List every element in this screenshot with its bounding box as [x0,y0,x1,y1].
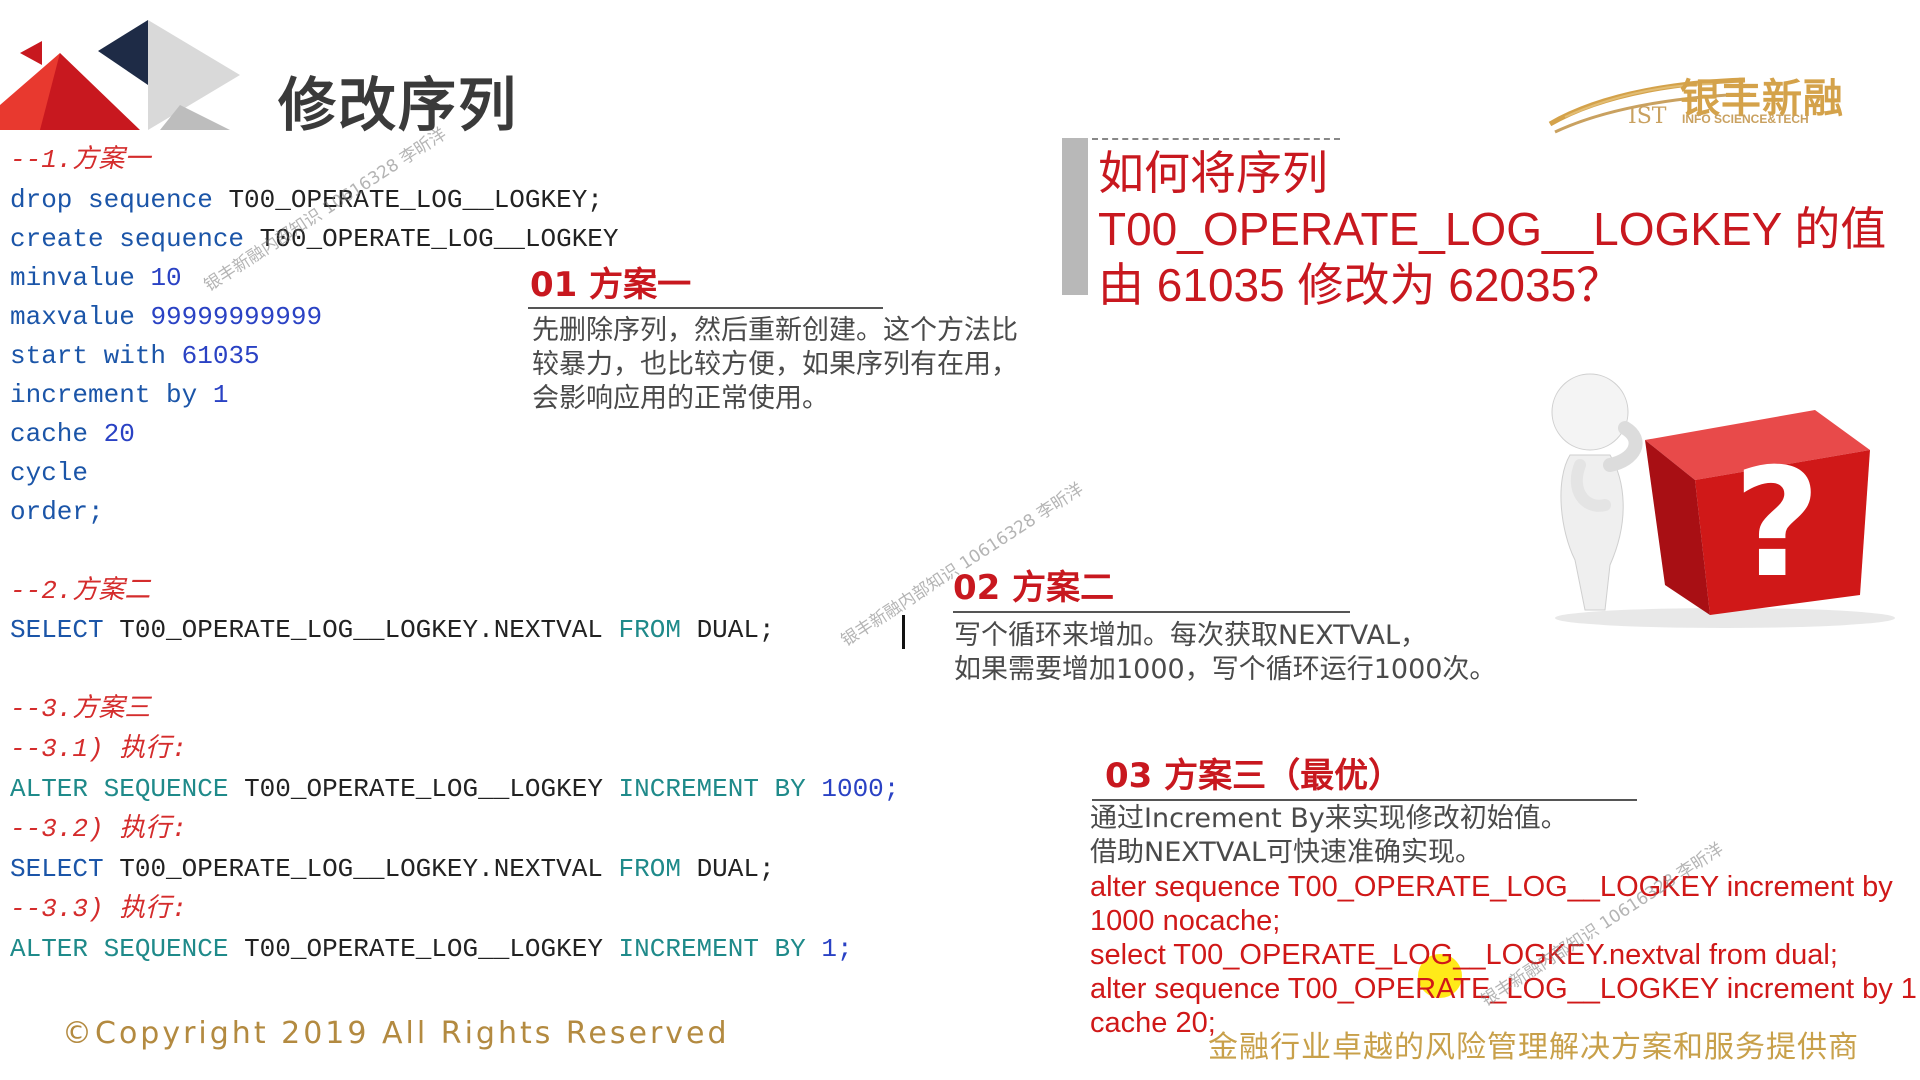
code-number: 20 [103,419,135,449]
code-identifier: T00_OPERATE_LOG__LOGKEY; [228,185,603,215]
code-line-increment: increment by 1 [10,382,228,408]
code-identifier: T00_OPERATE_LOG__LOGKEY [244,774,603,804]
svg-text:?: ? [1733,437,1820,611]
code-comment-step3: --3.3) 执行: [10,894,187,924]
desc-line: 先删除序列，然后重新创建。这个方法比 [532,315,1018,346]
desc-line: 通过Increment By来实现修改初始值。 [1090,803,1568,834]
code-keyword: SEQUENCE [103,774,229,804]
plan1-title: 01 方案一 [530,265,692,305]
code-comment-plan3: --3.方案三 [10,694,151,724]
plan3-divider [1092,799,1637,801]
code-line-maxvalue: maxvalue 99999999999 [10,304,322,330]
sql-line: alter sequence T00_OPERATE_LOG__LOGKEY i… [1090,871,1893,903]
code-number: 1000; [821,774,900,804]
code-keyword: cache [10,419,89,449]
code-keyword: minvalue [10,263,135,293]
code-identifier: DUAL; [696,854,775,884]
text-cursor [902,615,905,649]
desc-line: 较暴力，也比较方便，如果序列有在用， [532,349,1018,380]
brand-ist: IST [1628,104,1667,129]
code-keyword: create sequence [10,224,245,254]
question-line: 如何将序列 [1098,147,1328,199]
code-line-select-2: SELECT T00_OPERATE_LOG__LOGKEY.NEXTVAL F… [10,856,775,882]
code-number: 1 [212,380,229,410]
slogan: 金融行业卓越的风险管理解决方案和服务提供商 [1208,1030,1859,1065]
sql-line: 1000 nocache; [1090,905,1281,937]
code-number: 10 [150,263,182,293]
code-line-cache: cache 20 [10,421,135,447]
thinking-figure-question-cube-icon: ? [1551,373,1895,628]
code-keyword: SEQUENCE [103,934,229,964]
desc-line: 写个循环来增加。每次获取NEXTVAL， [954,620,1428,651]
code-identifier: T00_OPERATE_LOG__LOGKEY.NEXTVAL [119,615,603,645]
code-line-cycle: cycle [10,458,89,488]
code-keyword: INCREMENT BY [618,774,806,804]
plan2-divider [953,611,1350,613]
desc-line: 借助NEXTVAL可快速准确实现。 [1090,837,1483,868]
question-text: 如何将序列 T00_OPERATE_LOG__LOGKEY 的值 由 61035… [1098,145,1886,313]
code-line-order: order; [10,497,104,527]
brand-subtitle: INFO SCIENCE&TECH [1682,112,1809,126]
code-keyword: SELECT [10,615,104,645]
code-keyword: INCREMENT BY [618,934,806,964]
plan3-body: 通过Increment By来实现修改初始值。 借助NEXTVAL可快速准确实现… [1090,802,1917,1040]
plan2-description: 写个循环来增加。每次获取NEXTVAL， 如果需要增加1000，写个循环运行10… [954,619,1496,687]
code-keyword: ALTER [10,934,89,964]
question-dashed-line [1092,138,1340,140]
code-comment-step1: --3.1) 执行: [10,734,187,764]
plan3-title: 03 方案三（最优） [1105,756,1403,796]
code-identifier: T00_OPERATE_LOG__LOGKEY [244,934,603,964]
code-line-start: start with 61035 [10,343,260,369]
code-keyword: start with [10,341,167,371]
code-keyword: FROM [618,854,681,884]
code-keyword: ALTER [10,774,89,804]
desc-line: 如果需要增加1000，写个循环运行1000次。 [954,654,1497,685]
code-line-minvalue: minvalue 10 [10,265,182,291]
question-line: T00_OPERATE_LOG__LOGKEY 的值 [1098,203,1887,255]
code-keyword: increment by [10,380,198,410]
code-number: 99999999999 [150,302,323,332]
question-line: 由 61035 修改为 62035？ [1098,259,1623,311]
code-line-create: create sequence T00_OPERATE_LOG__LOGKEY [10,226,619,252]
sql-line: select T00_OPERATE_LOG__LOGKEY.nextval f… [1090,939,1838,971]
code-keyword: FROM [618,615,681,645]
header-logo-shapes [0,20,240,130]
code-comment-step2: --3.2) 执行: [10,814,187,844]
code-keyword: maxvalue [10,302,135,332]
code-line-alter-1: ALTER SEQUENCE T00_OPERATE_LOG__LOGKEY I… [10,936,853,962]
copyright: ©Copyright 2019 All Rights Reserved [62,1016,730,1051]
code-comment-plan1: --1.方案一 [10,145,151,175]
question-accent-bar [1062,138,1088,295]
code-line-alter-1000: ALTER SEQUENCE T00_OPERATE_LOG__LOGKEY I… [10,776,899,802]
code-keyword: SELECT [10,854,104,884]
code-keyword: drop sequence [10,185,213,215]
plan1-divider [528,307,883,309]
desc-line: 会影响应用的正常使用。 [532,383,829,414]
code-line-select: SELECT T00_OPERATE_LOG__LOGKEY.NEXTVAL F… [10,617,775,643]
code-number: 1; [821,934,853,964]
plan1-description: 先删除序列，然后重新创建。这个方法比 较暴力，也比较方便，如果序列有在用， 会影… [532,314,1018,416]
code-number: 61035 [181,341,260,371]
slide-title: 修改序列 [278,71,519,139]
code-identifier: T00_OPERATE_LOG__LOGKEY.NEXTVAL [119,854,603,884]
code-comment-plan2: --2.方案二 [10,576,151,606]
code-identifier: DUAL; [696,615,775,645]
